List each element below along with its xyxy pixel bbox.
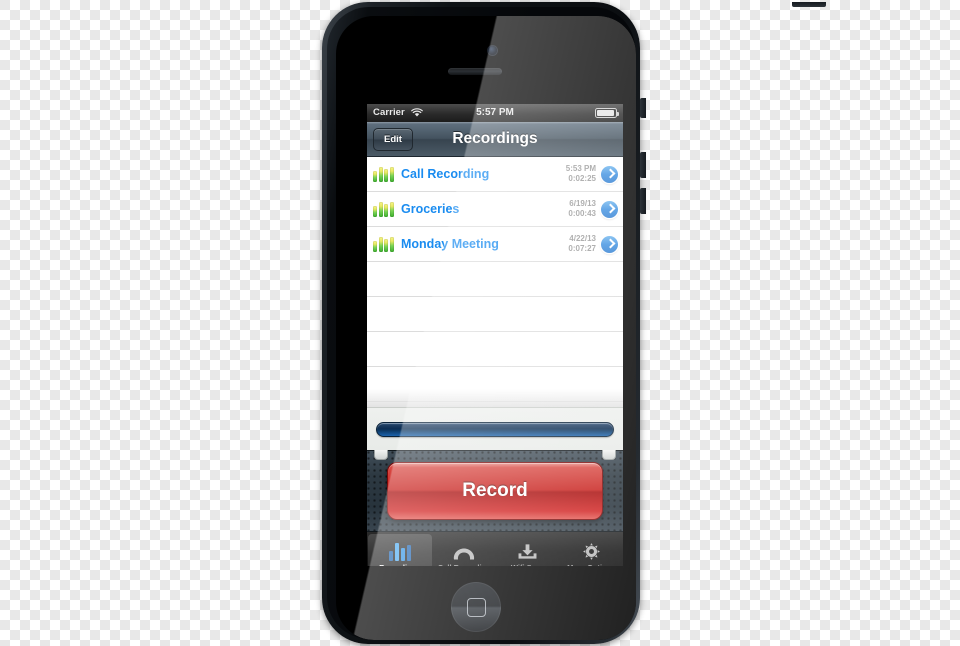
gear-icon bbox=[582, 540, 601, 561]
tab-label: Call Recording bbox=[438, 563, 491, 566]
bar-graph-icon bbox=[388, 540, 411, 561]
list-item[interactable]: Monday Meeting 4/22/13 0:07:27 bbox=[367, 227, 623, 262]
recording-meta: 5:53 PM 0:02:25 bbox=[566, 164, 596, 184]
recording-duration: 0:00:43 bbox=[568, 209, 596, 218]
status-bar: Carrier 5:57 PM bbox=[367, 104, 623, 122]
empty-list-row bbox=[367, 297, 623, 332]
tab-wifi-sync[interactable]: Wifi Sync bbox=[496, 532, 560, 566]
status-bar-time: 5:57 PM bbox=[476, 107, 514, 118]
front-camera-icon bbox=[488, 46, 497, 55]
empty-list-row bbox=[367, 332, 623, 367]
audio-level-meter-icon bbox=[373, 201, 395, 217]
recordings-list[interactable]: Call Recording 5:53 PM 0:02:25 Groceries bbox=[367, 157, 623, 407]
tab-label: Wifi Sync bbox=[511, 563, 545, 566]
tab-bar: Recordings Call Recording bbox=[367, 532, 623, 566]
tab-label: More Options bbox=[567, 563, 615, 566]
recording-title: Monday Meeting bbox=[401, 237, 499, 251]
recording-duration: 0:02:25 bbox=[568, 174, 596, 183]
audio-level-meter-icon bbox=[373, 166, 395, 182]
record-button[interactable]: Record bbox=[387, 462, 603, 520]
panel-tab-left-icon bbox=[374, 450, 388, 460]
tab-label: Recordings bbox=[379, 563, 420, 566]
navigation-bar: Edit Recordings bbox=[367, 122, 623, 157]
recording-meta: 4/22/13 0:07:27 bbox=[568, 234, 596, 254]
earpiece-speaker-icon bbox=[448, 68, 502, 75]
tab-more-options[interactable]: More Options bbox=[560, 532, 624, 566]
empty-list-row bbox=[367, 262, 623, 297]
home-button[interactable] bbox=[451, 582, 501, 632]
recording-duration: 0:07:27 bbox=[568, 244, 596, 253]
download-tray-icon bbox=[517, 540, 538, 561]
rounded-square-icon bbox=[467, 598, 486, 617]
chevron-right-circle-icon[interactable] bbox=[601, 235, 618, 253]
record-panel: Record bbox=[367, 450, 623, 532]
recording-date: 6/19/13 bbox=[569, 199, 596, 208]
iphone-device-frame: Carrier 5:57 PM Edit Recordings Call Rec… bbox=[322, 2, 826, 644]
power-button[interactable] bbox=[792, 2, 826, 7]
mute-switch-button[interactable] bbox=[640, 98, 646, 118]
recording-meta: 6/19/13 0:00:43 bbox=[568, 199, 596, 219]
tab-recordings[interactable]: Recordings bbox=[368, 534, 432, 566]
volume-up-button[interactable] bbox=[640, 152, 646, 178]
chevron-right-circle-icon[interactable] bbox=[601, 200, 618, 218]
recording-level-bar[interactable] bbox=[376, 421, 614, 437]
phone-screen: Carrier 5:57 PM Edit Recordings Call Rec… bbox=[367, 104, 623, 566]
list-bottom-fade bbox=[367, 389, 623, 407]
tab-call-recording[interactable]: Call Recording bbox=[433, 532, 497, 566]
battery-icon bbox=[595, 108, 619, 118]
phone-bezel: Carrier 5:57 PM Edit Recordings Call Rec… bbox=[327, 7, 636, 640]
phone-handset-icon bbox=[452, 540, 476, 561]
list-item[interactable]: Call Recording 5:53 PM 0:02:25 bbox=[367, 157, 623, 192]
panel-tab-right-icon bbox=[602, 450, 616, 460]
screenshot-root: Carrier 5:57 PM Edit Recordings Call Rec… bbox=[0, 0, 960, 646]
chevron-right-circle-icon[interactable] bbox=[601, 165, 618, 183]
recording-title: Groceries bbox=[401, 202, 460, 216]
list-item[interactable]: Groceries 6/19/13 0:00:43 bbox=[367, 192, 623, 227]
recording-title: Call Recording bbox=[401, 167, 490, 181]
audio-level-meter-icon bbox=[373, 236, 395, 252]
recording-date: 5:53 PM bbox=[565, 164, 596, 173]
phone-front-face: Carrier 5:57 PM Edit Recordings Call Rec… bbox=[336, 16, 636, 640]
recording-date: 4/22/13 bbox=[569, 234, 596, 243]
page-title: Recordings bbox=[452, 130, 538, 147]
volume-down-button[interactable] bbox=[640, 188, 646, 214]
level-meter-strip bbox=[367, 407, 623, 450]
